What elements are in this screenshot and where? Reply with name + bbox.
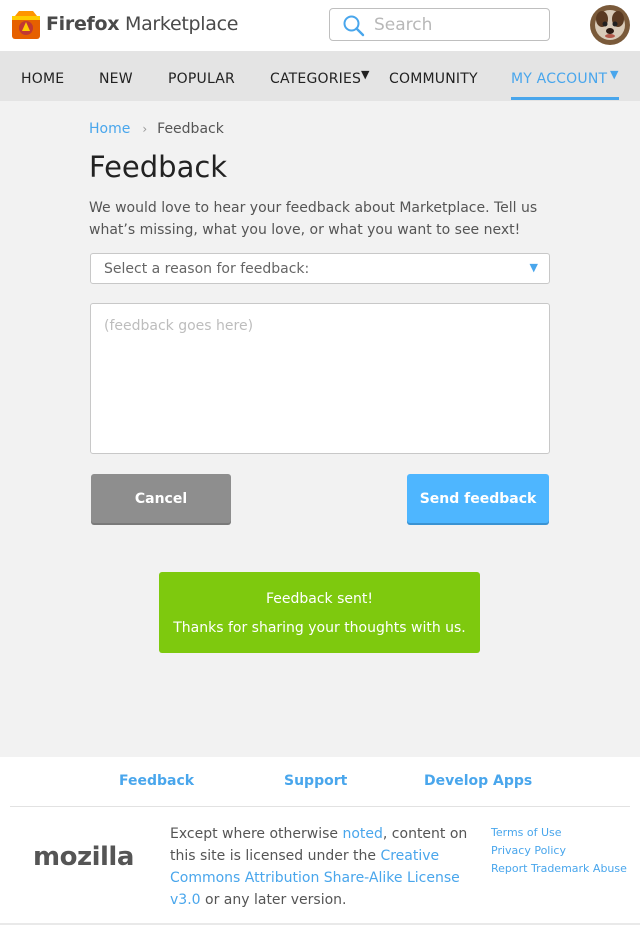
license-post: or any later version.: [200, 892, 347, 908]
nav-new-label: NEW: [99, 71, 133, 87]
nav-home[interactable]: HOME: [21, 51, 64, 101]
footer-divider: [10, 806, 630, 807]
breadcrumb-home-link[interactable]: Home: [89, 121, 130, 137]
privacy-policy-link[interactable]: Privacy Policy: [491, 842, 627, 860]
intro-text: We would love to hear your feedback abou…: [89, 200, 538, 238]
license-pre: Except where otherwise: [170, 826, 343, 842]
notification-message: Thanks for sharing your thoughts with us…: [173, 620, 466, 636]
chevron-down-icon: ▼: [361, 68, 370, 81]
nav-my-account-label: MY ACCOUNT: [511, 71, 608, 87]
license-text: Except where otherwise noted, content on…: [170, 823, 470, 911]
chevron-down-icon: ▼: [529, 261, 538, 274]
brand-firefox: Firefox: [46, 13, 120, 35]
nav-popular-label: POPULAR: [168, 71, 235, 87]
legal-links: Terms of Use Privacy Policy Report Trade…: [491, 824, 627, 878]
breadcrumb-separator-icon: ›: [142, 122, 148, 136]
chevron-down-icon: ▼: [610, 68, 619, 81]
footer-feedback-link[interactable]: Feedback: [119, 773, 194, 789]
feedback-reason-label: Select a reason for feedback:: [104, 261, 310, 277]
footer-develop-apps-link[interactable]: Develop Apps: [424, 773, 532, 789]
top-bar: Firefox Marketplace: [0, 0, 640, 51]
feedback-reason-select[interactable]: Select a reason for feedback: ▼: [90, 253, 550, 284]
notification-title: Feedback sent!: [265, 591, 373, 607]
avatar-image: [590, 5, 630, 45]
search-icon: [343, 15, 365, 37]
footer: Feedback Support Develop Apps mozilla Ex…: [0, 757, 640, 925]
main-nav: HOME NEW POPULAR CATEGORIES ▼ COMMUNITY …: [0, 51, 640, 101]
send-feedback-button[interactable]: Send feedback: [407, 474, 549, 523]
feedback-textarea[interactable]: [90, 303, 550, 454]
nav-categories-label: CATEGORIES: [270, 71, 362, 87]
feedback-sent-notification: Feedback sent! Thanks for sharing your t…: [159, 572, 480, 653]
brand-title[interactable]: Firefox Marketplace: [46, 13, 238, 35]
nav-community-label: COMMUNITY: [389, 71, 478, 87]
nav-categories[interactable]: CATEGORIES ▼: [270, 51, 374, 101]
active-tab-indicator: [511, 97, 619, 100]
terms-of-use-link[interactable]: Terms of Use: [491, 824, 627, 842]
mozilla-logo[interactable]: mozilla: [33, 842, 134, 872]
page-title: Feedback: [89, 150, 228, 184]
report-trademark-abuse-link[interactable]: Report Trademark Abuse: [491, 860, 627, 878]
marketplace-logo-icon[interactable]: [10, 9, 42, 41]
nav-popular[interactable]: POPULAR: [168, 51, 235, 101]
nav-new[interactable]: NEW: [99, 51, 133, 101]
nav-home-label: HOME: [21, 71, 65, 87]
license-noted-link[interactable]: noted: [342, 826, 382, 842]
avatar[interactable]: [590, 5, 630, 45]
cancel-button[interactable]: Cancel: [91, 474, 231, 523]
breadcrumb: Home › Feedback: [89, 121, 224, 137]
nav-community[interactable]: COMMUNITY: [389, 51, 478, 101]
search-box[interactable]: [329, 8, 550, 41]
footer-support-link[interactable]: Support: [284, 773, 347, 789]
breadcrumb-current: Feedback: [157, 121, 224, 137]
brand-marketplace: Marketplace: [119, 13, 239, 35]
nav-my-account[interactable]: MY ACCOUNT ▼: [511, 51, 619, 101]
search-input[interactable]: [374, 13, 544, 37]
